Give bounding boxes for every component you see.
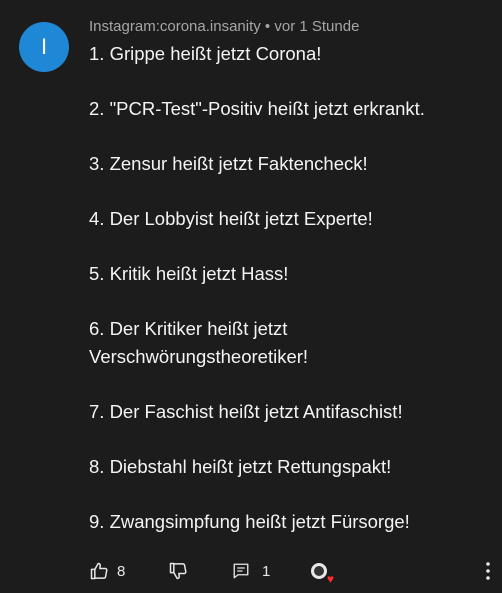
- comment-line: 8. Diebstahl heißt jetzt Rettungspakt!: [89, 455, 392, 477]
- comment-line: 9. Zwangsimpfung heißt jetzt Fürsorge!: [89, 510, 410, 532]
- comment-line: 1. Grippe heißt jetzt Corona!: [89, 43, 322, 64]
- thumbs-down-icon: [168, 561, 188, 581]
- dislike-button[interactable]: [168, 558, 188, 584]
- comment-line: 2. "PCR-Test"-Positiv heißt jetzt erkran…: [89, 98, 425, 119]
- creator-heart: ♥: [311, 558, 334, 585]
- comment-body: 1. Grippe heißt jetzt Corona! 2. "PCR-Te…: [89, 40, 489, 535]
- reply-button[interactable]: 1: [232, 558, 270, 584]
- heart-icon: ♥: [326, 572, 334, 586]
- creator-avatar: ♥: [311, 563, 334, 585]
- comment-meta: Instagram:corona.insanity • vor 1 Stunde: [89, 18, 359, 35]
- comment-line: 7. Der Faschist heißt jetzt Antifaschist…: [89, 400, 403, 422]
- meta-separator: •: [260, 18, 275, 35]
- comment-timestamp[interactable]: vor 1 Stunde: [274, 18, 359, 35]
- more-options-button[interactable]: [485, 558, 491, 584]
- comment-line: 3. Zensur heißt jetzt Faktencheck!: [89, 153, 368, 174]
- comment-line: Verschwörungstheoretiker!: [89, 345, 309, 367]
- more-vert-icon: [485, 561, 491, 581]
- comment: I Instagram:corona.insanity • vor 1 Stun…: [0, 0, 502, 593]
- reply-count: 1: [262, 562, 271, 580]
- thumbs-up-icon: [89, 561, 109, 581]
- like-button[interactable]: 8: [89, 558, 125, 584]
- like-count: 8: [117, 562, 126, 580]
- author-name[interactable]: Instagram:corona.insanity: [89, 18, 261, 35]
- comment-line: 4. Der Lobbyist heißt jetzt Experte!: [89, 208, 373, 229]
- comment-actions: 8 1 ♥: [89, 558, 499, 585]
- avatar-letter: I: [40, 34, 48, 59]
- author-avatar[interactable]: I: [19, 22, 69, 72]
- reply-comment-icon: [232, 562, 250, 580]
- comment-line: 5. Kritik heißt jetzt Hass!: [89, 263, 289, 284]
- comment-line: 6. Der Kritiker heißt jetzt: [89, 318, 288, 339]
